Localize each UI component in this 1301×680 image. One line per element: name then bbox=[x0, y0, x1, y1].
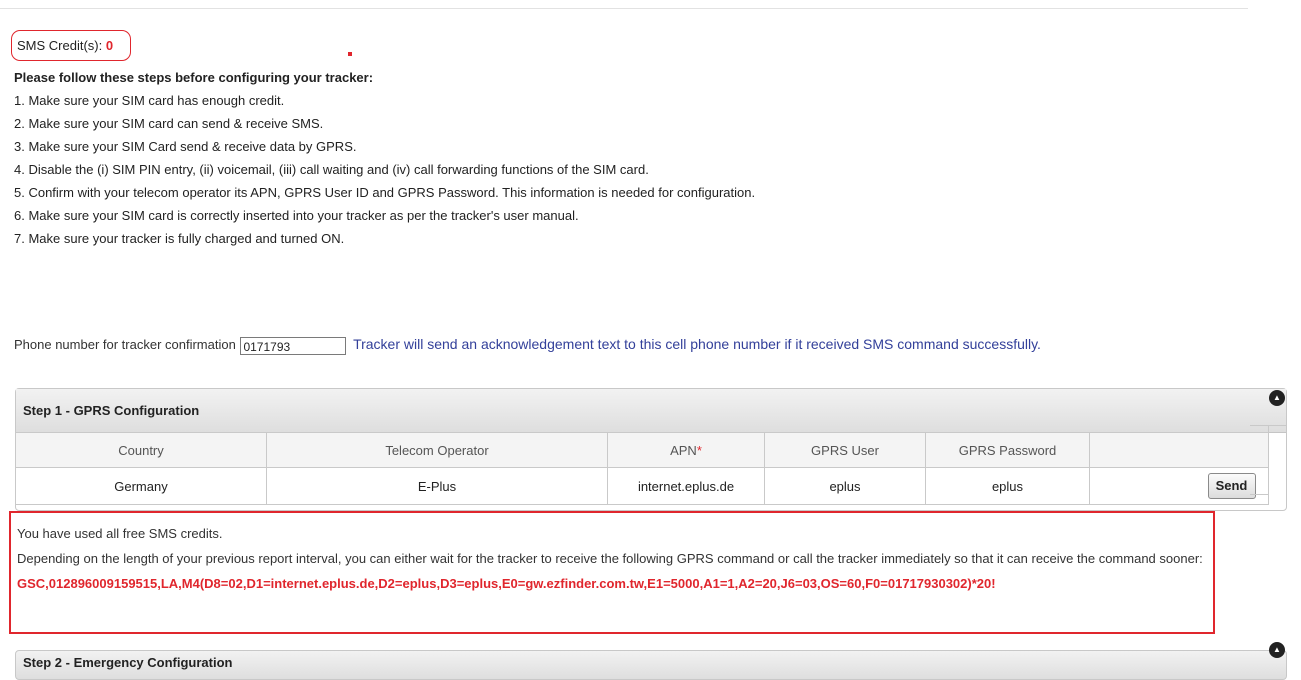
step1-title[interactable]: Step 1 - GPRS Configuration bbox=[16, 389, 1286, 433]
phone-note: Tracker will send an acknowledgement tex… bbox=[353, 336, 1041, 352]
instruction-step: 7. Make sure your tracker is fully charg… bbox=[14, 231, 345, 246]
col-gprs-user: GPRS User bbox=[764, 432, 926, 468]
sms-credit-value: 0 bbox=[105, 38, 114, 53]
warning-line: You have used all free SMS credits. bbox=[17, 526, 223, 541]
warning-detail: Depending on the length of your previous… bbox=[17, 551, 1203, 566]
step2-panel[interactable]: Step 2 - Emergency Configuration bbox=[15, 650, 1287, 680]
cell-operator: E-Plus bbox=[266, 467, 608, 505]
instruction-step: 6. Make sure your SIM card is correctly … bbox=[14, 208, 579, 223]
instruction-step: 3. Make sure your SIM Card send & receiv… bbox=[14, 139, 357, 154]
col-gprs-password: GPRS Password bbox=[925, 432, 1090, 468]
cell-gprs-password: eplus bbox=[925, 467, 1090, 505]
table-header-row: Country Telecom Operator APN* GPRS User … bbox=[15, 432, 1269, 468]
credit-warning-message: You have used all free SMS credits. Depe… bbox=[9, 511, 1215, 634]
phone-label: Phone number for tracker confirmation bbox=[14, 337, 236, 352]
cell-country: Germany bbox=[15, 467, 267, 505]
instruction-step: 2. Make sure your SIM card can send & re… bbox=[14, 116, 324, 131]
col-operator: Telecom Operator bbox=[266, 432, 608, 468]
send-button[interactable]: Send bbox=[1207, 473, 1256, 499]
sms-credit-box: SMS Credit(s): 0 bbox=[11, 30, 131, 61]
instruction-step: 5. Confirm with your telecom operator it… bbox=[14, 185, 756, 200]
cell-apn: internet.eplus.de bbox=[607, 467, 765, 505]
instruction-step: 4. Disable the (i) SIM PIN entry, (ii) v… bbox=[14, 162, 649, 177]
cell-gprs-user: eplus bbox=[764, 467, 926, 505]
col-country: Country bbox=[15, 432, 267, 468]
gprs-command: GSC,012896009159515,LA,M4(D8=02,D1=inter… bbox=[17, 576, 996, 591]
phone-confirmation-row: Phone number for tracker confirmation 01… bbox=[14, 333, 1041, 355]
table-edge bbox=[1250, 494, 1268, 495]
table-row: Germany E-Plus internet.eplus.de eplus e… bbox=[15, 467, 1269, 505]
instruction-step: 1. Make sure your SIM card has enough cr… bbox=[14, 93, 285, 108]
col-apn: APN* bbox=[607, 432, 765, 468]
top-divider bbox=[0, 8, 1248, 9]
required-marker: * bbox=[696, 442, 702, 458]
marker-dot bbox=[348, 52, 352, 56]
cell-action: Send bbox=[1089, 467, 1269, 505]
collapse-up-icon[interactable]: ▲ bbox=[1269, 390, 1285, 406]
sms-credit-label: SMS Credit(s): bbox=[17, 38, 103, 53]
gprs-config-table: Country Telecom Operator APN* GPRS User … bbox=[15, 432, 1269, 505]
collapse-up-icon[interactable]: ▲ bbox=[1269, 642, 1285, 658]
col-apn-label: APN bbox=[670, 442, 697, 458]
instructions-heading: Please follow these steps before configu… bbox=[14, 70, 374, 85]
col-action bbox=[1089, 432, 1269, 468]
instructions: Please follow these steps before configu… bbox=[14, 66, 755, 250]
phone-number-input[interactable]: 0171793 bbox=[240, 336, 347, 355]
table-edge bbox=[1268, 425, 1269, 495]
